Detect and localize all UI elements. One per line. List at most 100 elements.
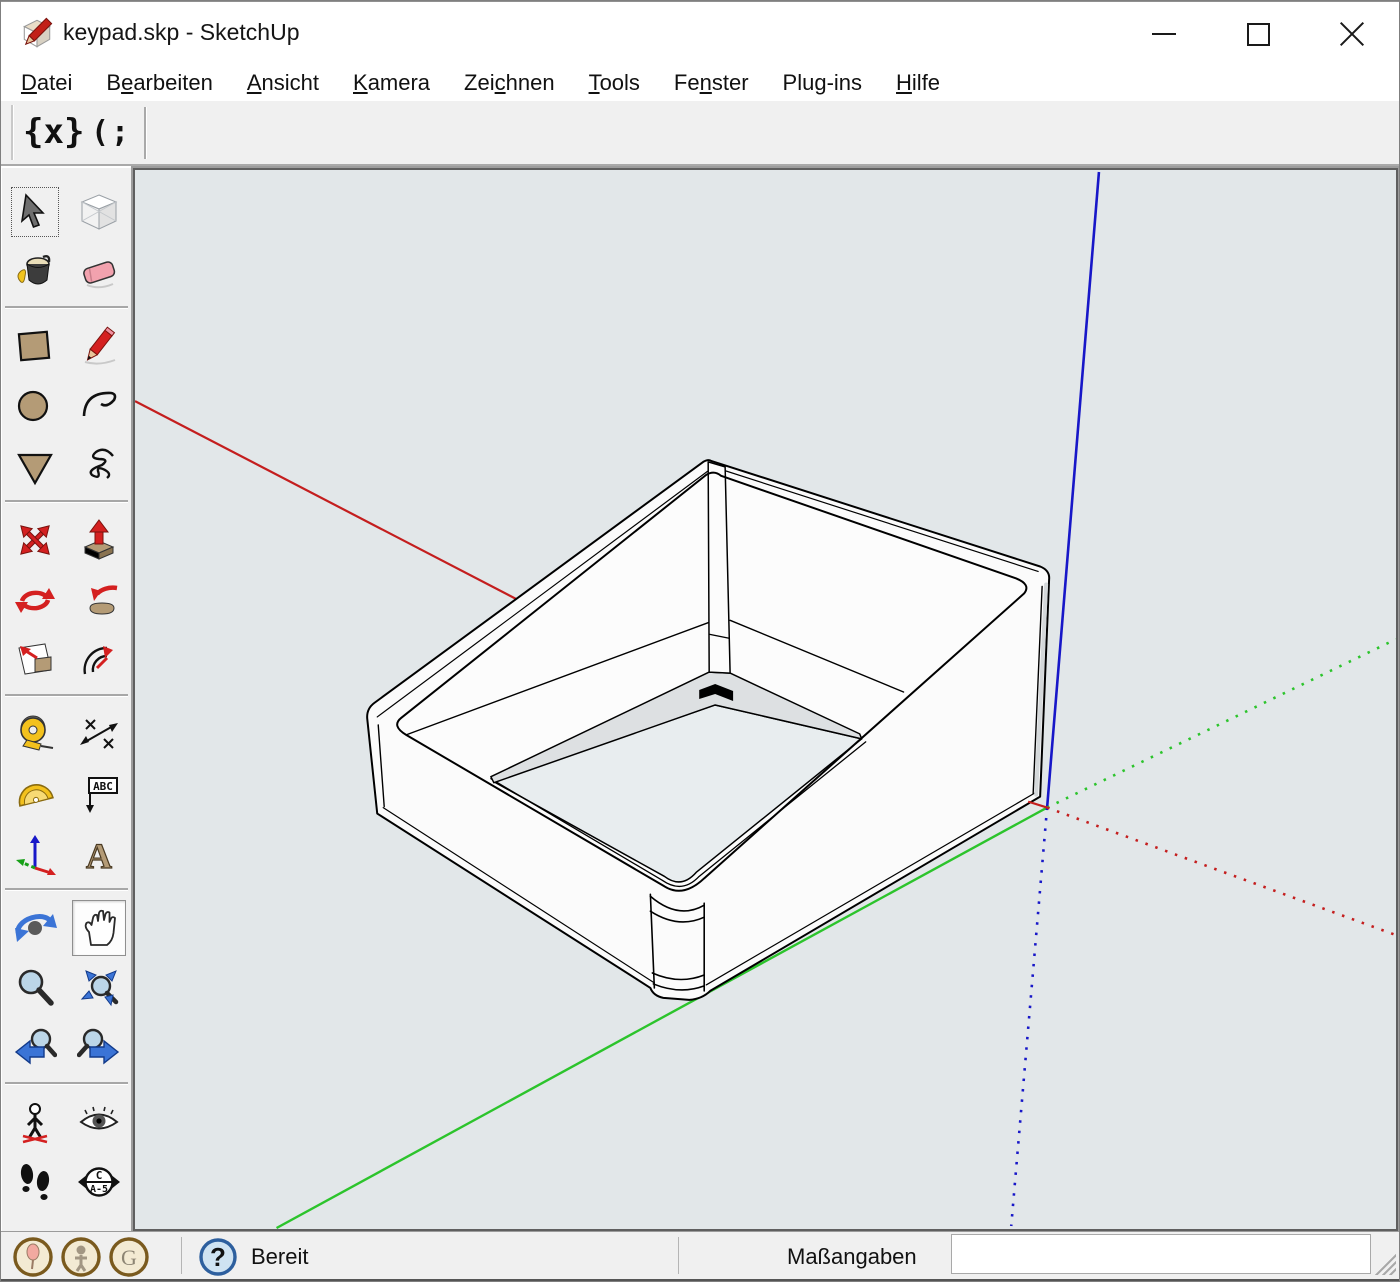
menu-plugins[interactable]: Plug-ins [783,70,862,96]
model-scene [135,170,1396,1229]
polygon-icon [13,444,57,488]
close-button[interactable] [1305,2,1399,66]
protractor-icon [13,772,57,816]
minimize-icon [1152,33,1176,35]
tool-paint-bucket[interactable] [8,244,62,300]
google-icon[interactable]: G [109,1237,149,1277]
svg-text:C: C [95,1169,102,1182]
3d-text-icon: A [77,832,121,876]
person-credit-icon[interactable] [61,1237,101,1277]
sidebar-separator [5,306,128,309]
status-message: Bereit [251,1244,308,1270]
title-bar: keypad.skp - SketchUp [1,1,1399,66]
push-pull-icon [77,518,121,562]
offset-icon [77,638,121,682]
window-controls [1117,2,1399,66]
tool-rectangle[interactable] [8,318,62,374]
tool-palette: ABC A [2,168,131,1233]
menu-bar: Datei Bearbeiten Ansicht Kamera Zeichnen… [1,65,1399,101]
select-cursor-icon [13,190,57,234]
tool-pan[interactable] [72,900,126,956]
pan-hand-icon [77,906,121,950]
measurements-input[interactable] [951,1234,1371,1274]
tool-make-component[interactable] [72,184,126,240]
tool-look-around[interactable] [72,1094,126,1150]
tool-3d-text[interactable]: A [72,826,126,882]
svg-text:?: ? [210,1242,226,1272]
tool-select[interactable] [8,184,62,240]
dimension-icon [77,712,121,756]
tool-zoom[interactable] [8,960,62,1016]
tool-orbit[interactable] [8,900,62,956]
scale-icon [13,638,57,682]
resize-grip[interactable] [1374,1253,1396,1275]
help-icon: ? [199,1238,237,1276]
menu-kamera[interactable]: Kamera [353,70,430,96]
tool-freehand[interactable] [72,438,126,494]
sketchup-window: keypad.skp - SketchUp Datei Bearbeiten A… [0,0,1400,1282]
tool-dimension[interactable] [72,706,126,762]
toolbar-separator [144,107,147,159]
ruby-snippet-button[interactable]: (; [91,101,131,163]
tool-scale[interactable] [8,632,62,688]
tool-text[interactable]: ABC [72,766,126,822]
axes-icon [13,832,57,876]
tool-push-pull[interactable] [72,512,126,568]
geolocation-icon[interactable] [13,1237,53,1277]
svg-text:A-5: A-5 [89,1184,107,1195]
zoom-previous-icon [13,1026,57,1070]
menu-fenster[interactable]: Fenster [674,70,749,96]
menu-zeichnen[interactable]: Zeichnen [464,70,555,96]
rotate-icon [13,578,57,622]
menu-bearbeiten[interactable]: Bearbeiten [106,70,212,96]
tool-axes[interactable] [8,826,62,882]
drawing-canvas[interactable] [133,168,1398,1231]
tool-polygon[interactable] [8,438,62,494]
menu-ansicht[interactable]: Ansicht [247,70,319,96]
position-camera-icon [13,1100,57,1144]
tool-section-plane[interactable]: C A-5 [72,1154,126,1210]
tool-line[interactable] [72,318,126,374]
tool-circle[interactable] [8,378,62,434]
geo-icons: G [13,1237,149,1277]
statusbar-separator [181,1237,182,1274]
help-button[interactable]: ? [199,1238,237,1281]
tool-protractor[interactable] [8,766,62,822]
minimize-button[interactable] [1117,2,1211,66]
move-arrows-icon [13,518,57,562]
toolbar-grip[interactable] [11,105,14,160]
look-around-eye-icon [77,1100,121,1144]
tape-measure-icon [13,712,57,756]
close-icon [1339,21,1365,47]
walk-footprints-icon [13,1160,57,1204]
tool-offset[interactable] [72,632,126,688]
tool-follow-me[interactable] [72,572,126,628]
tool-rotate[interactable] [8,572,62,628]
tool-tape-measure[interactable] [8,706,62,762]
menu-tools[interactable]: Tools [589,70,640,96]
tool-zoom-previous[interactable] [8,1020,62,1076]
tool-zoom-extents[interactable] [72,960,126,1016]
menu-datei[interactable]: Datei [21,70,72,96]
maximize-icon [1247,23,1270,46]
sidebar-separator [5,694,128,697]
pencil-icon [77,324,121,368]
text-label-icon: ABC [77,772,121,816]
menu-hilfe[interactable]: Hilfe [896,70,940,96]
tool-arc[interactable] [72,378,126,434]
svg-text:G: G [121,1245,137,1270]
tool-position-camera[interactable] [8,1094,62,1150]
tool-eraser[interactable] [72,244,126,300]
statusbar-separator [678,1237,679,1274]
section-plane-icon: C A-5 [77,1160,121,1204]
tool-walk[interactable] [8,1154,62,1210]
arc-icon [77,384,121,428]
component-box-icon [77,190,121,234]
tool-zoom-next[interactable] [72,1020,126,1076]
freehand-icon [77,444,121,488]
tool-move[interactable] [8,512,62,568]
sketchup-app-icon [19,15,55,51]
ruby-console-button[interactable]: {x} [23,101,84,163]
svg-text:ABC: ABC [93,780,113,793]
maximize-button[interactable] [1211,2,1305,66]
